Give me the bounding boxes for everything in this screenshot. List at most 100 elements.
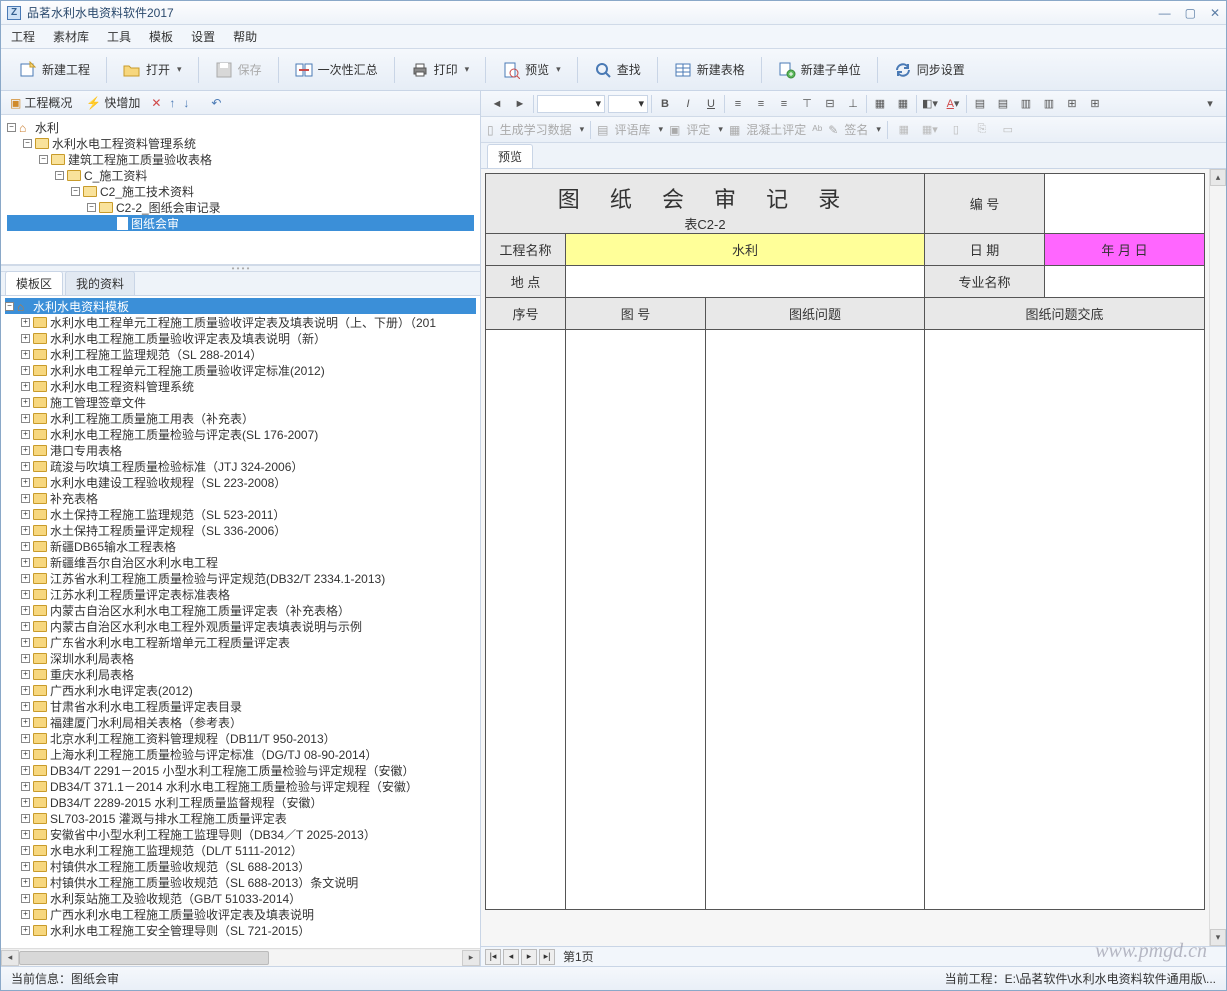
- split-cells-button[interactable]: ▦: [893, 94, 913, 114]
- template-tree-item[interactable]: +DB34/T 371.1－2014 水利水电工程施工质量检验与评定规程（安徽）: [5, 778, 476, 794]
- template-tree-item[interactable]: +福建厦门水利局相关表格（参考表）: [5, 714, 476, 730]
- first-page-button[interactable]: |◂: [485, 949, 501, 965]
- expand-icon[interactable]: +: [21, 542, 30, 551]
- expand-icon[interactable]: +: [21, 366, 30, 375]
- expand-icon[interactable]: −: [5, 302, 14, 311]
- template-tree-item[interactable]: +港口专用表格: [5, 442, 476, 458]
- expand-icon[interactable]: +: [21, 830, 30, 839]
- open-button[interactable]: 打开▾: [115, 57, 190, 83]
- up-icon[interactable]: ↑: [169, 96, 175, 110]
- delete-row-button[interactable]: ▤: [993, 94, 1013, 114]
- value-number[interactable]: [1045, 174, 1205, 234]
- align-bottom-button[interactable]: ⊥: [843, 94, 863, 114]
- expand-icon[interactable]: +: [21, 318, 30, 327]
- expand-button[interactable]: ▾: [1200, 94, 1220, 114]
- down-icon[interactable]: ↓: [183, 96, 189, 110]
- template-tree-item[interactable]: +水利水电工程单元工程施工质量验收评定表及填表说明（上、下册）（201: [5, 314, 476, 330]
- menu-help[interactable]: 帮助: [233, 28, 257, 45]
- align-right-button[interactable]: ≡: [774, 94, 794, 114]
- font-family-combo[interactable]: ▾: [537, 95, 605, 113]
- expand-icon[interactable]: +: [21, 654, 30, 663]
- font-size-combo[interactable]: ▾: [608, 95, 648, 113]
- fill-color-button[interactable]: ◧▾: [920, 94, 940, 114]
- expand-icon[interactable]: +: [21, 446, 30, 455]
- sign-button[interactable]: 签名: [844, 121, 868, 138]
- vertical-scrollbar[interactable]: ▴ ▾: [1209, 169, 1226, 946]
- expand-icon[interactable]: +: [21, 718, 30, 727]
- nav-forward-button[interactable]: ►: [510, 94, 530, 114]
- template-tree-item[interactable]: +广东省水利水电工程新增单元工程质量评定表: [5, 634, 476, 650]
- maximize-button[interactable]: ▢: [1185, 6, 1196, 20]
- scroll-thumb[interactable]: [19, 951, 269, 965]
- template-tree-item[interactable]: +广西水利水电评定表(2012): [5, 682, 476, 698]
- project-tree-item[interactable]: −C2_施工技术资料: [7, 183, 474, 199]
- template-tree-item[interactable]: +SL703-2015 灌溉与排水工程施工质量评定表: [5, 810, 476, 826]
- expand-icon[interactable]: +: [21, 574, 30, 583]
- sync-settings-button[interactable]: 同步设置: [886, 57, 973, 83]
- expand-icon[interactable]: +: [21, 782, 30, 791]
- template-tree-item[interactable]: +新疆维吾尔自治区水利水电工程: [5, 554, 476, 570]
- delete-icon[interactable]: ✕: [151, 96, 161, 110]
- expand-icon[interactable]: +: [21, 398, 30, 407]
- template-tree-item[interactable]: +北京水利工程施工资料管理规程（DB11/T 950-2013）: [5, 730, 476, 746]
- expand-icon[interactable]: +: [21, 334, 30, 343]
- template-tree-item[interactable]: +深圳水利局表格: [5, 650, 476, 666]
- search-button[interactable]: 查找: [586, 57, 649, 83]
- minimize-button[interactable]: —: [1159, 6, 1171, 20]
- expand-icon[interactable]: +: [21, 910, 30, 919]
- preview-button[interactable]: 预览▾: [494, 57, 569, 83]
- quick-add-button[interactable]: ⚡ 快增加: [83, 93, 143, 112]
- expand-icon[interactable]: +: [21, 638, 30, 647]
- project-tree-item[interactable]: 图纸会审: [7, 215, 474, 231]
- expand-icon[interactable]: −: [39, 155, 48, 164]
- expand-icon[interactable]: +: [21, 382, 30, 391]
- template-tree-item[interactable]: +新疆DB65输水工程表格: [5, 538, 476, 554]
- expand-icon[interactable]: +: [21, 494, 30, 503]
- align-top-button[interactable]: ⊤: [797, 94, 817, 114]
- expand-icon[interactable]: +: [21, 926, 30, 935]
- template-tree-item[interactable]: +水利工程施工监理规范（SL 288-2014）: [5, 346, 476, 362]
- expand-icon[interactable]: +: [21, 766, 30, 775]
- expand-icon[interactable]: +: [21, 590, 30, 599]
- template-tree-item[interactable]: +补充表格: [5, 490, 476, 506]
- align-middle-button[interactable]: ⊟: [820, 94, 840, 114]
- new-table-button[interactable]: 新建表格: [666, 57, 753, 83]
- tab-my-materials[interactable]: 我的资料: [65, 271, 135, 295]
- project-tree-item[interactable]: −C_施工资料: [7, 167, 474, 183]
- insert-row-button[interactable]: ▤: [970, 94, 990, 114]
- expand-icon[interactable]: +: [21, 750, 30, 759]
- template-tree-item[interactable]: +广西水利水电工程施工质量验收评定表及填表说明: [5, 906, 476, 922]
- align-center-button[interactable]: ≡: [751, 94, 771, 114]
- expand-icon[interactable]: +: [21, 414, 30, 423]
- prev-page-button[interactable]: ◂: [503, 949, 519, 965]
- expand-icon[interactable]: +: [21, 814, 30, 823]
- template-tree-item[interactable]: +水土保持工程质量评定规程（SL 336-2006）: [5, 522, 476, 538]
- project-tree-item[interactable]: −⌂水利: [7, 119, 474, 135]
- expand-icon[interactable]: +: [21, 878, 30, 887]
- align-left-button[interactable]: ≡: [728, 94, 748, 114]
- batch-summary-button[interactable]: 一次性汇总: [287, 57, 386, 83]
- template-tree-item[interactable]: +水利水电工程资料管理系统: [5, 378, 476, 394]
- bold-button[interactable]: B: [655, 94, 675, 114]
- more-button[interactable]: ⊞: [1085, 94, 1105, 114]
- template-tree-item[interactable]: +水利水电建设工程验收规程（SL 223-2008）: [5, 474, 476, 490]
- expand-icon[interactable]: +: [21, 622, 30, 631]
- template-tree-root[interactable]: −⌂水利水电资料模板: [5, 298, 476, 314]
- italic-button[interactable]: I: [678, 94, 698, 114]
- undo-icon[interactable]: ↶: [211, 96, 221, 110]
- value-specialty[interactable]: [1045, 266, 1205, 298]
- expand-icon[interactable]: +: [21, 798, 30, 807]
- nav-back-button[interactable]: ◄: [487, 94, 507, 114]
- value-location[interactable]: [566, 266, 925, 298]
- new-subunit-button[interactable]: 新建子单位: [770, 57, 869, 83]
- template-tree-item[interactable]: +水利泵站施工及验收规范（GB/T 51033-2014）: [5, 890, 476, 906]
- body-disclosure[interactable]: [925, 330, 1205, 910]
- expand-icon[interactable]: +: [21, 702, 30, 711]
- template-tree-item[interactable]: +水利水电工程施工质量检验与评定表(SL 176-2007): [5, 426, 476, 442]
- scroll-left-button[interactable]: ◂: [1, 950, 19, 966]
- expand-icon[interactable]: +: [21, 894, 30, 903]
- value-date[interactable]: 年 月 日: [1045, 234, 1205, 266]
- template-tree-item[interactable]: +DB34/T 2289-2015 水利工程质量监督规程（安徽）: [5, 794, 476, 810]
- scroll-up-button[interactable]: ▴: [1210, 169, 1226, 186]
- menu-project[interactable]: 工程: [11, 28, 35, 45]
